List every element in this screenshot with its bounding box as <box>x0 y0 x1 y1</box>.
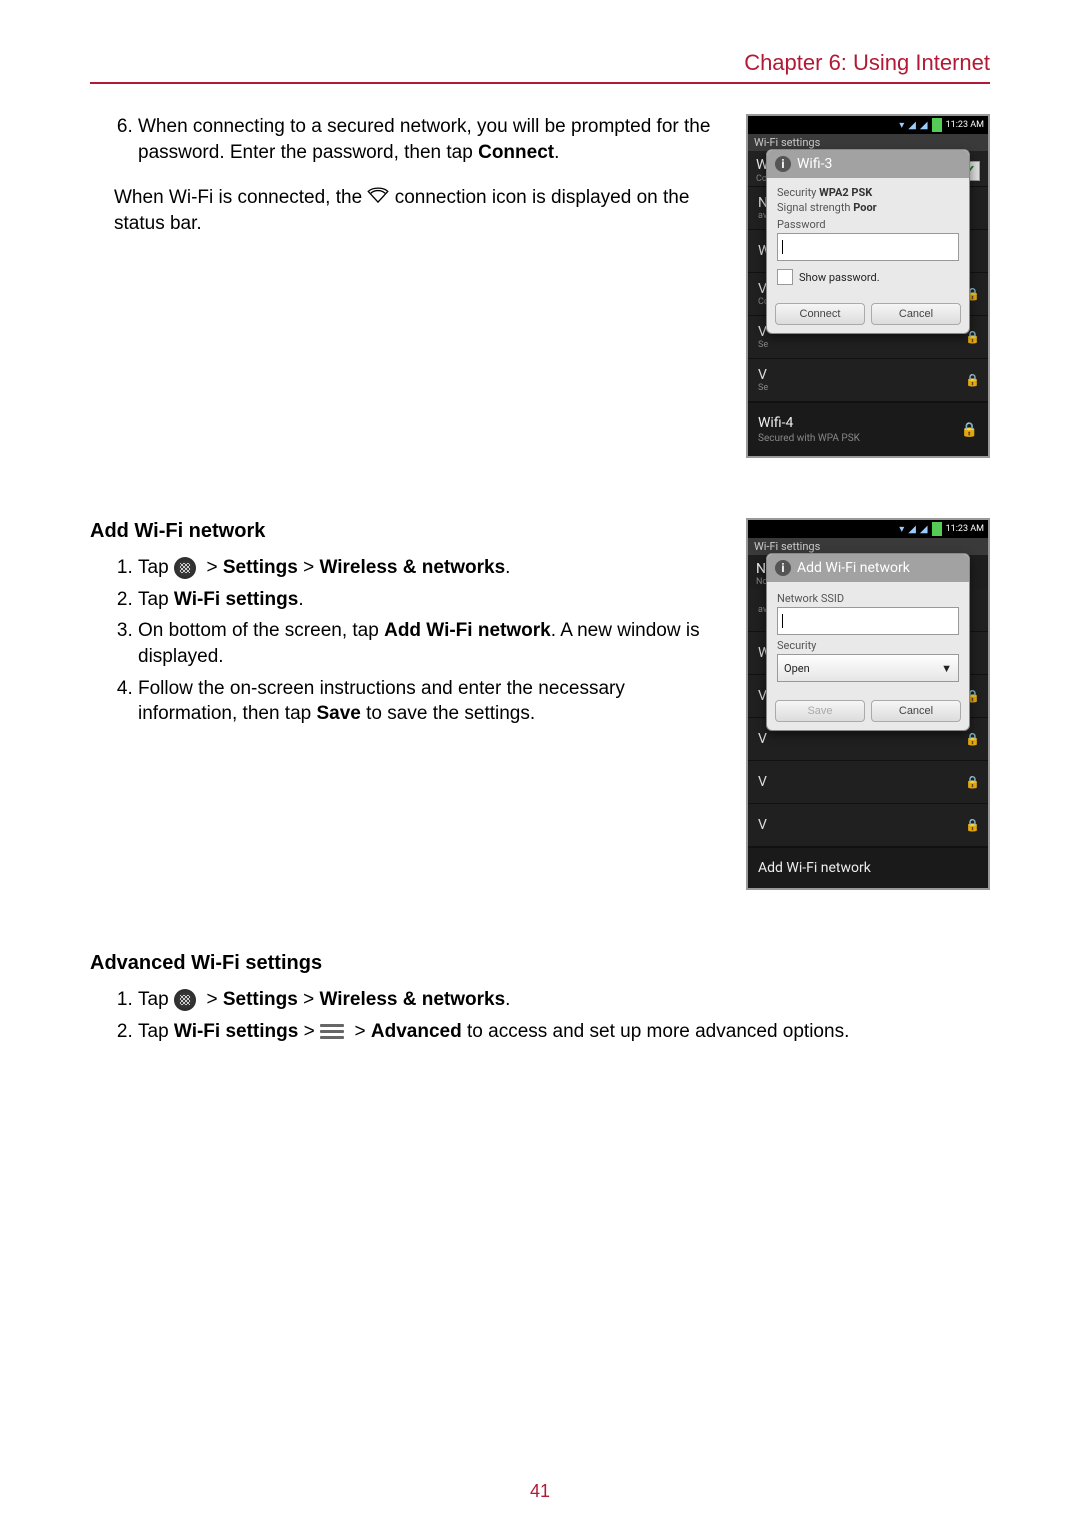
security-value: WPA2 PSK <box>819 186 872 199</box>
partial-text: Se <box>758 383 768 393</box>
add-wifi-dialog: i Add Wi-Fi network Network SSID Securit… <box>766 553 970 731</box>
step-6-text-connect: Connect <box>478 142 554 163</box>
screenshot-add-wifi: ▾ ◢ ◢ 11:23 AM Wi-Fi settings Network no… <box>746 518 990 890</box>
signal-value: Poor <box>853 201 876 214</box>
security-value: Open <box>784 662 810 675</box>
advanced-text: Advanced <box>371 1021 462 1042</box>
partial-text: V <box>758 731 767 747</box>
ssid-label: Network SSID <box>777 592 959 605</box>
dialog-title: Wifi-3 <box>797 156 832 172</box>
wifi-status-icon: ▾ <box>899 120 904 131</box>
adv-step-1: Tap > Settings > Wireless & networks. <box>138 987 990 1013</box>
security-select[interactable]: Open ▼ <box>777 654 959 682</box>
lock-icon: 🔒 <box>965 775 980 789</box>
add-wifi-text: Add Wi-Fi network <box>384 620 551 641</box>
save-text: Save <box>317 703 361 724</box>
menu-icon <box>320 1024 344 1040</box>
save-button[interactable]: Save <box>775 700 865 722</box>
wifi4-label: Wifi-4 <box>758 415 860 431</box>
settings-text: Settings <box>223 989 298 1010</box>
wifi-connect-dialog: i Wifi-3 Security WPA2 PSK Signal streng… <box>766 149 970 334</box>
security-label: Security <box>777 186 816 199</box>
wifi-list-item[interactable]: Wifi-4 Secured with WPA PSK 🔒 <box>748 402 988 456</box>
ssid-input[interactable] <box>777 607 959 635</box>
step-1: Tap > Settings > Wireless & networks. <box>138 555 726 581</box>
wifi-note: When Wi-Fi is connected, the connection … <box>114 185 726 236</box>
wifi-settings-text: Wi-Fi settings <box>174 1021 298 1042</box>
status-bar: ▾ ◢ ◢ 11:23 AM <box>748 520 988 538</box>
advanced-wifi-heading: Advanced Wi-Fi settings <box>90 950 990 977</box>
status-bar: ▾ ◢ ◢ 11:23 AM <box>748 116 988 134</box>
password-label: Password <box>777 218 959 231</box>
list-item[interactable]: V 🔒 <box>748 761 988 804</box>
battery-icon <box>932 118 942 132</box>
step-2: Tap Wi-Fi settings. <box>138 587 726 613</box>
tap-text: Tap <box>138 557 174 578</box>
step-4: Follow the on-screen instructions and en… <box>138 676 726 727</box>
adv-step-2: Tap Wi-Fi settings > > Advanced to acces… <box>138 1019 990 1045</box>
step4-c: to save the settings. <box>361 703 535 724</box>
gt: > <box>298 1021 320 1042</box>
security-label: Security <box>777 639 959 652</box>
wireless-text: Wireless & networks <box>319 989 505 1010</box>
connect-button[interactable]: Connect <box>775 303 865 325</box>
step-6-text-a: When connecting to a secured network, yo… <box>138 116 710 163</box>
cancel-button[interactable]: Cancel <box>871 303 961 325</box>
step-6: When connecting to a secured network, yo… <box>138 114 726 165</box>
chevron-down-icon: ▼ <box>941 662 952 675</box>
show-password-checkbox[interactable] <box>777 269 793 285</box>
signal-label: Signal strength <box>777 201 851 214</box>
lock-icon: 🔒 <box>965 732 980 746</box>
signal-icon: ◢ <box>908 524 916 535</box>
apps-launcher-icon <box>174 989 196 1011</box>
page-number: 41 <box>0 1481 1080 1502</box>
status-time: 11:23 AM <box>946 120 984 130</box>
chapter-header: Chapter 6: Using Internet <box>90 50 990 84</box>
wifi-status-icon: ▾ <box>899 524 904 535</box>
step3-a: On bottom of the screen, tap <box>138 620 384 641</box>
list-item[interactable]: V Se 🔒 <box>748 359 988 402</box>
wifi4-sub: Secured with WPA PSK <box>758 433 860 444</box>
period: . <box>298 589 303 610</box>
apps-launcher-icon <box>174 557 196 579</box>
info-icon: i <box>775 156 791 172</box>
lock-icon: 🔒 <box>965 373 980 387</box>
partial-text: V <box>758 367 768 383</box>
signal-icon: ◢ <box>908 120 916 131</box>
step-3: On bottom of the screen, tap Add Wi-Fi n… <box>138 618 726 669</box>
partial-text: Se <box>758 340 768 350</box>
tap-text: Tap <box>138 1021 174 1042</box>
step-6-text-c: . <box>554 142 559 163</box>
wifi-note-a: When Wi-Fi is connected, the <box>114 187 367 208</box>
tap-text: Tap <box>138 589 174 610</box>
step2-e: to access and set up more advanced optio… <box>462 1021 850 1042</box>
wifi-signal-icon <box>367 185 389 211</box>
add-wifi-heading: Add Wi-Fi network <box>90 518 726 545</box>
wireless-text: Wireless & networks <box>319 557 505 578</box>
signal-icon-2: ◢ <box>920 120 928 131</box>
wifi-settings-text: Wi-Fi settings <box>174 589 298 610</box>
list-item[interactable]: V 🔒 <box>748 804 988 847</box>
screenshot-wifi-connect: ▾ ◢ ◢ 11:23 AM Wi-Fi settings Wi-Fi Conn… <box>746 114 990 458</box>
dialog-title: Add Wi-Fi network <box>797 560 910 576</box>
signal-icon-2: ◢ <box>920 524 928 535</box>
lock-icon: 🔒 <box>965 818 980 832</box>
wifi-lock-icon: 🔒 <box>961 422 978 438</box>
cancel-button[interactable]: Cancel <box>871 700 961 722</box>
tap-text: Tap <box>138 989 174 1010</box>
battery-icon <box>932 522 942 536</box>
settings-text: Settings <box>223 557 298 578</box>
show-password-label: Show password. <box>799 271 880 284</box>
partial-text: V <box>758 817 767 833</box>
status-time: 11:23 AM <box>946 524 984 534</box>
add-wifi-footer-item[interactable]: Add Wi-Fi network <box>748 847 988 888</box>
password-input[interactable] <box>777 233 959 261</box>
info-icon: i <box>775 560 791 576</box>
partial-text: V <box>758 774 767 790</box>
